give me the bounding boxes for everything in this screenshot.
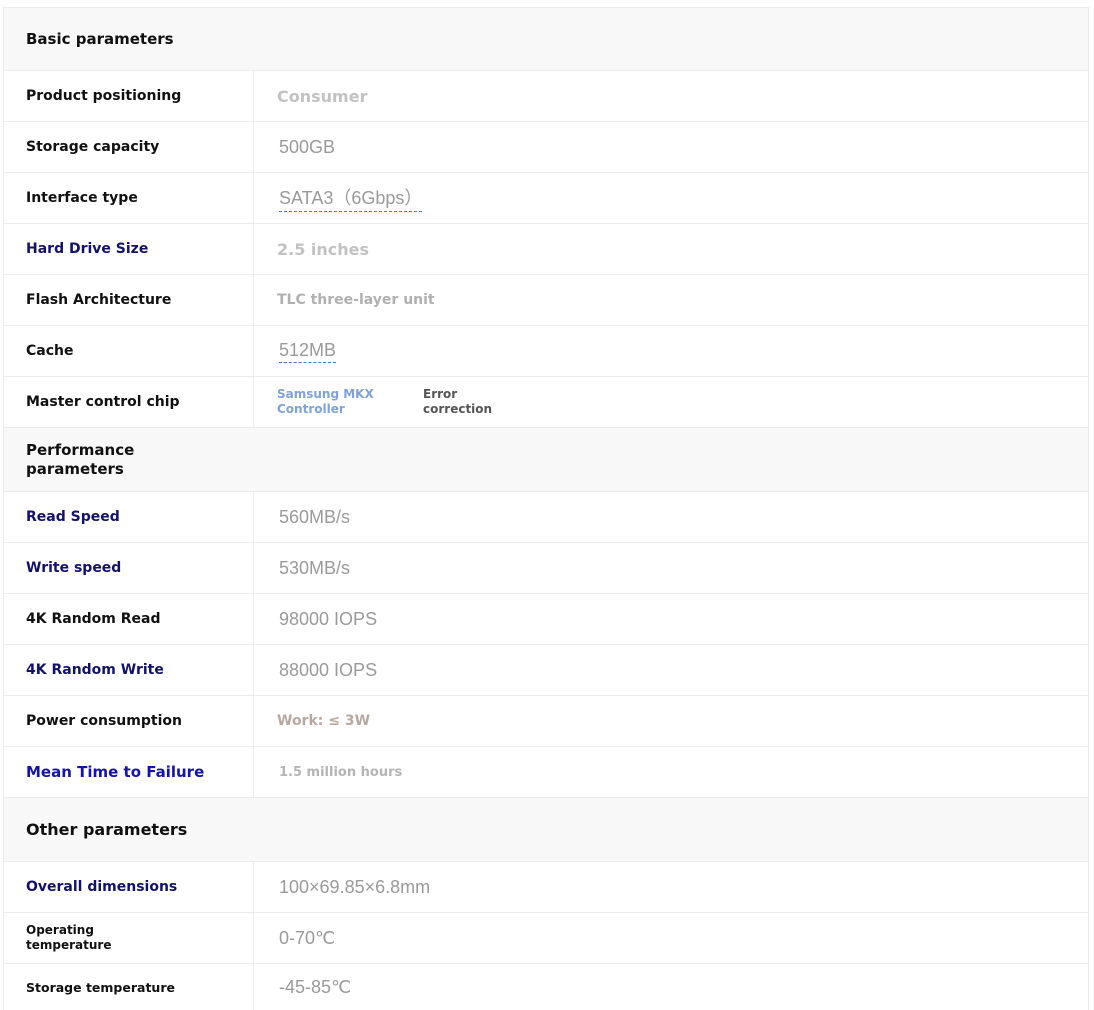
spec-row: Storage capacity 500GB (4, 122, 1088, 173)
spec-label: Read Speed (4, 492, 254, 542)
spec-value-cell: SATA3（6Gbps） (254, 173, 1088, 223)
section-header-other: Other parameters (4, 798, 1088, 862)
spec-value: 0-70℃ (279, 927, 336, 948)
spec-row: Power consumption Work: ≤ 3W (4, 696, 1088, 747)
spec-label: Product positioning (4, 71, 254, 121)
spec-label: Master control chip (4, 377, 254, 427)
spec-value-cell: 1.5 million hours (254, 747, 1088, 797)
spec-value-cell: 500GB (254, 122, 1088, 172)
spec-value-cell: 0-70℃ (254, 913, 1088, 963)
spec-table: Basic parameters Product positioning Con… (3, 7, 1089, 1010)
spec-label: Storage temperature (4, 964, 254, 1010)
spec-label: Power consumption (4, 696, 254, 746)
controller-link[interactable]: Samsung MKX Controller (277, 387, 387, 417)
spec-label: Mean Time to Failure (4, 747, 254, 797)
section-title: Performance parameters (26, 440, 135, 478)
spec-value: 560MB/s (279, 506, 351, 527)
spec-value-cell: -45-85℃ (254, 964, 1088, 1010)
spec-label: 4K Random Read (4, 594, 254, 644)
spec-value-cell: 512MB (254, 326, 1088, 376)
spec-value: 1.5 million hours (279, 764, 403, 780)
spec-value: 98000 IOPS (279, 608, 378, 629)
spec-row: Operating temperature 0-70℃ (4, 913, 1088, 964)
section-header-basic: Basic parameters (4, 8, 1088, 71)
spec-value-cell: Samsung MKX Controller Error correction (254, 377, 1088, 427)
spec-row: Flash Architecture TLC three-layer unit (4, 275, 1088, 326)
spec-label: Cache (4, 326, 254, 376)
error-correction-tag: Error correction (423, 387, 493, 416)
spec-value: 2.5 inches (277, 239, 370, 259)
spec-label: Hard Drive Size (4, 224, 254, 274)
spec-row: Master control chip Samsung MKX Controll… (4, 377, 1088, 428)
spec-value: Work: ≤ 3W (277, 713, 371, 729)
spec-label: Interface type (4, 173, 254, 223)
spec-value-cell: Work: ≤ 3W (254, 696, 1088, 746)
spec-row: Overall dimensions 100×69.85×6.8mm (4, 862, 1088, 913)
spec-row: Mean Time to Failure 1.5 million hours (4, 747, 1088, 798)
spec-value-cell: 2.5 inches (254, 224, 1088, 274)
spec-label: Write speed (4, 543, 254, 593)
spec-row: Cache 512MB (4, 326, 1088, 377)
spec-value: Consumer (277, 86, 368, 106)
interface-type-link[interactable]: SATA3（6Gbps） (279, 184, 423, 212)
spec-row: Hard Drive Size 2.5 inches (4, 224, 1088, 275)
spec-value-cell: TLC three-layer unit (254, 275, 1088, 325)
spec-label: 4K Random Write (4, 645, 254, 695)
spec-value: 500GB (279, 136, 336, 157)
spec-label: Flash Architecture (4, 275, 254, 325)
spec-row: 4K Random Read 98000 IOPS (4, 594, 1088, 645)
spec-row: Interface type SATA3（6Gbps） (4, 173, 1088, 224)
spec-value-cell: 530MB/s (254, 543, 1088, 593)
spec-row: Read Speed 560MB/s (4, 492, 1088, 543)
spec-row: Storage temperature -45-85℃ (4, 964, 1088, 1010)
spec-label: Storage capacity (4, 122, 254, 172)
spec-value-cell: 100×69.85×6.8mm (254, 862, 1088, 912)
section-header-performance: Performance parameters (4, 428, 1088, 492)
spec-row: 4K Random Write 88000 IOPS (4, 645, 1088, 696)
spec-value: TLC three-layer unit (277, 292, 435, 308)
spec-row: Product positioning Consumer (4, 71, 1088, 122)
spec-value: -45-85℃ (279, 976, 352, 997)
spec-label: Overall dimensions (4, 862, 254, 912)
spec-value-cell: 560MB/s (254, 492, 1088, 542)
section-title: Other parameters (26, 820, 188, 839)
spec-value-cell: 88000 IOPS (254, 645, 1088, 695)
section-title: Basic parameters (26, 30, 174, 48)
spec-value: 88000 IOPS (279, 659, 378, 680)
spec-row: Write speed 530MB/s (4, 543, 1088, 594)
spec-value-cell: 98000 IOPS (254, 594, 1088, 644)
spec-value-cell: Consumer (254, 71, 1088, 121)
spec-value: 100×69.85×6.8mm (279, 876, 431, 897)
cache-link[interactable]: 512MB (279, 340, 337, 363)
spec-label-text: Operating temperature (26, 923, 112, 952)
spec-value: 530MB/s (279, 557, 351, 578)
spec-label: Operating temperature (4, 913, 254, 963)
